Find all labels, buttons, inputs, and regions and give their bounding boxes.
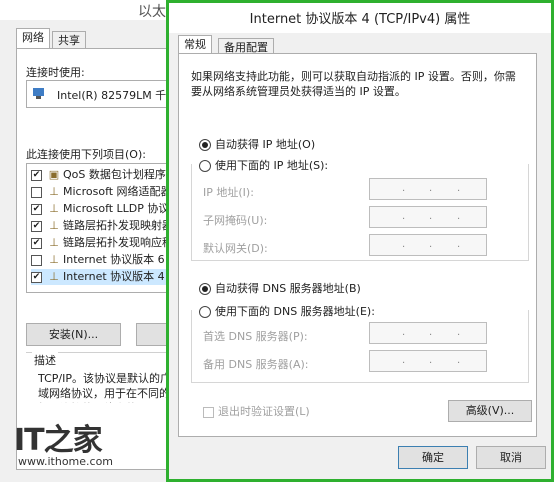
items-label: 此连接使用下列项目(O): <box>26 148 146 161</box>
checkbox[interactable] <box>31 254 42 266</box>
ithome-logo: IT之家 <box>14 423 103 458</box>
protocol-icon: ⊥ <box>49 253 59 266</box>
ipv4-properties-dialog: Internet 协议版本 4 (TCP/IPv4) 属性 常规 备用配置 如果… <box>166 0 554 482</box>
protocol-icon: ⊥ <box>49 270 59 283</box>
tab-sharing[interactable]: 共享 <box>52 31 86 49</box>
list-item[interactable]: ✔ ⊥ 链路层拓扑发现响应程序 <box>31 235 176 251</box>
adapter-box: Intel(R) 82579LM 千兆网 <box>26 80 188 108</box>
intro-text: 如果网络支持此功能，则可以获取自动指派的 IP 设置。否则，你需要从网络系统管理… <box>191 70 516 98</box>
dns-auto-radio[interactable]: 自动获得 DNS 服务器地址(B) <box>199 280 361 296</box>
connect-using-label: 连接时使用: <box>26 66 85 79</box>
list-item-selected[interactable]: ✔ ⊥ Internet 协议版本 4 (TC <box>31 269 176 285</box>
list-item[interactable]: ✔ ⊥ 链路层拓扑发现映射器 <box>31 218 176 234</box>
checkbox[interactable]: ✔ <box>31 203 42 215</box>
tab-networking[interactable]: 网络 <box>16 28 50 49</box>
list-item[interactable]: ⊥ Internet 协议版本 6 (TC <box>31 252 176 268</box>
checkbox[interactable]: ✔ <box>31 271 42 283</box>
network-adapter-icon <box>33 88 44 99</box>
ip-address-input[interactable]: ... <box>369 178 487 200</box>
list-item[interactable]: ✔ ⊥ Microsoft LLDP 协议驱 <box>31 201 176 217</box>
general-panel: 如果网络支持此功能，则可以获取自动指派的 IP 设置。否则，你需要从网络系统管理… <box>178 53 537 437</box>
radio-icon <box>199 139 211 151</box>
protocol-icon: ⊥ <box>49 236 59 249</box>
preferred-dns-input[interactable]: ... <box>369 322 487 344</box>
radio-icon <box>199 283 211 295</box>
dns-group <box>191 310 529 383</box>
alternate-dns-label: 备用 DNS 服务器(A): <box>203 358 309 371</box>
ip-address-label: IP 地址(I): <box>203 186 254 199</box>
list-item[interactable]: ✔ ▣ QoS 数据包计划程序 <box>31 167 176 183</box>
description-text: TCP/IP。该协议是默认的广域网络协议，用于在不同的相互连接的网络上的通讯。 <box>38 372 171 403</box>
validate-checkbox[interactable]: 退出时验证设置(L) <box>203 403 310 419</box>
ip-auto-radio[interactable]: 自动获得 IP 地址(O) <box>199 136 315 152</box>
gateway-label: 默认网关(D): <box>203 242 268 255</box>
protocol-icon: ⊥ <box>49 185 59 198</box>
checkbox[interactable] <box>203 406 214 418</box>
items-list: ✔ ▣ QoS 数据包计划程序 ⊥ Microsoft 网络适配器多 ✔ ⊥ Micros… <box>26 163 178 293</box>
list-item[interactable]: ⊥ Microsoft 网络适配器多 <box>31 184 176 200</box>
subnet-label: 子网掩码(U): <box>203 214 268 227</box>
checkbox[interactable] <box>31 186 42 198</box>
ethernet-title: 以太 <box>138 4 166 20</box>
checkbox[interactable]: ✔ <box>31 220 42 232</box>
alternate-dns-input[interactable]: ... <box>369 350 487 372</box>
ok-button[interactable]: 确定 <box>398 446 468 469</box>
advanced-button[interactable]: 高级(V)... <box>448 400 532 422</box>
qos-icon: ▣ <box>48 168 60 181</box>
dialog-title: Internet 协议版本 4 (TCP/IPv4) 属性 <box>249 12 471 27</box>
description-label: 描述 <box>32 352 58 368</box>
protocol-icon: ⊥ <box>49 202 59 215</box>
watermark-url: www.ithome.com <box>18 455 114 468</box>
gateway-input[interactable]: ... <box>369 234 487 256</box>
preferred-dns-label: 首选 DNS 服务器(P): <box>203 330 308 343</box>
subnet-input[interactable]: ... <box>369 206 487 228</box>
install-button[interactable]: 安装(N)... <box>26 323 121 346</box>
protocol-icon: ⊥ <box>49 219 59 232</box>
checkbox[interactable]: ✔ <box>31 169 42 181</box>
cancel-button[interactable]: 取消 <box>476 446 546 469</box>
checkbox[interactable]: ✔ <box>31 237 42 249</box>
ipv4-titlebar: Internet 协议版本 4 (TCP/IPv4) 属性 <box>169 3 551 33</box>
tab-general[interactable]: 常规 <box>178 35 212 55</box>
